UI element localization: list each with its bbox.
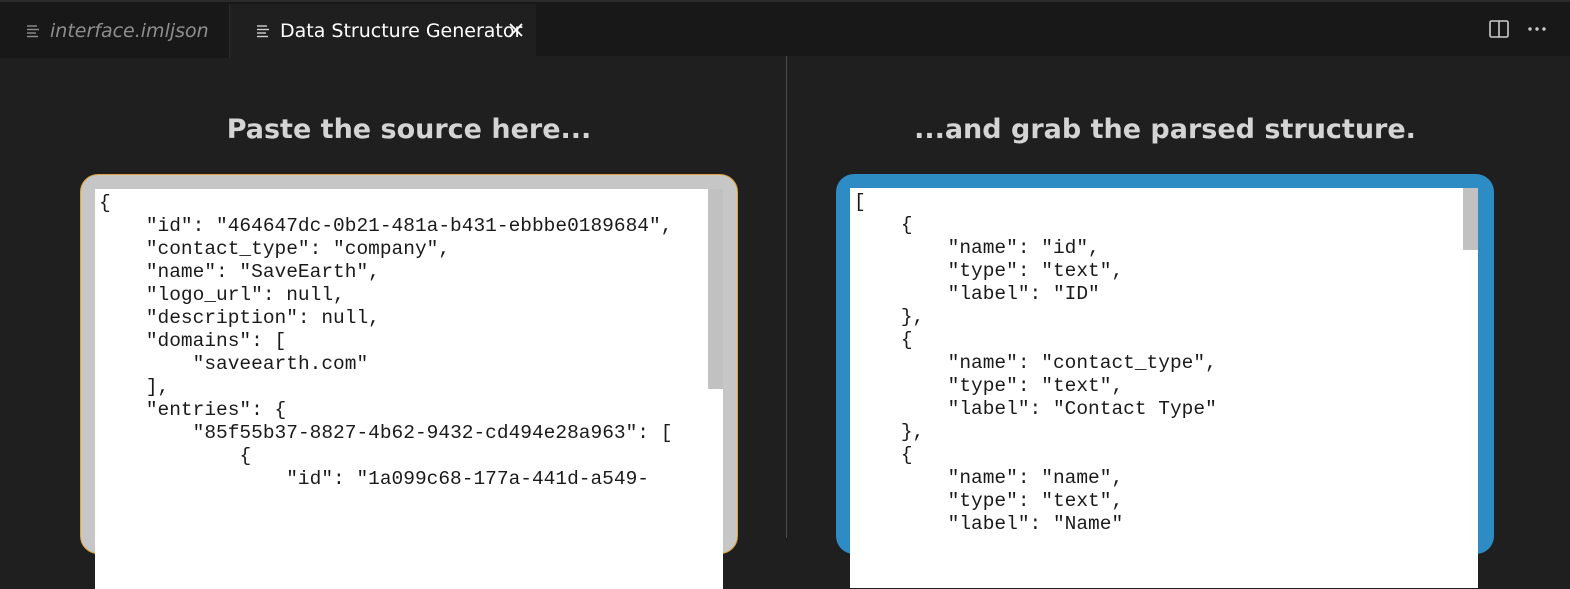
more-actions-icon[interactable] — [1526, 18, 1548, 40]
pane-divider — [786, 56, 787, 538]
tab-label: interface.imljson — [50, 20, 209, 42]
source-scrollbar[interactable] — [708, 189, 723, 589]
result-textarea[interactable]: [ { "name": "id", "type": "text", "label… — [850, 188, 1478, 588]
tab-data-structure-generator[interactable]: Data Structure Generator — [230, 4, 536, 58]
result-panel: [ { "name": "id", "type": "text", "label… — [836, 174, 1494, 588]
result-heading: ...and grab the parsed structure. — [914, 114, 1416, 145]
tab-interface-imljson[interactable]: interface.imljson — [0, 4, 230, 58]
tab-label: Data Structure Generator — [280, 20, 523, 42]
split-editor-icon[interactable] — [1488, 18, 1510, 40]
editor-tab-bar: interface.imljson Data Structure Generat… — [0, 0, 1570, 58]
close-icon[interactable] — [506, 20, 526, 40]
source-textarea[interactable]: { "id": "464647dc-0b21-481a-b431-ebbbe01… — [95, 189, 723, 589]
source-panel: { "id": "464647dc-0b21-481a-b431-ebbbe01… — [80, 174, 738, 589]
lines-icon — [26, 24, 40, 38]
result-scrollbar-thumb[interactable] — [1463, 188, 1478, 250]
lines-icon — [256, 24, 270, 38]
source-heading: Paste the source here... — [226, 114, 592, 145]
source-scrollbar-thumb[interactable] — [708, 189, 723, 389]
result-code[interactable]: [ { "name": "id", "type": "text", "label… — [850, 188, 1478, 536]
source-code[interactable]: { "id": "464647dc-0b21-481a-b431-ebbbe01… — [95, 189, 723, 491]
result-scrollbar[interactable] — [1463, 188, 1478, 588]
